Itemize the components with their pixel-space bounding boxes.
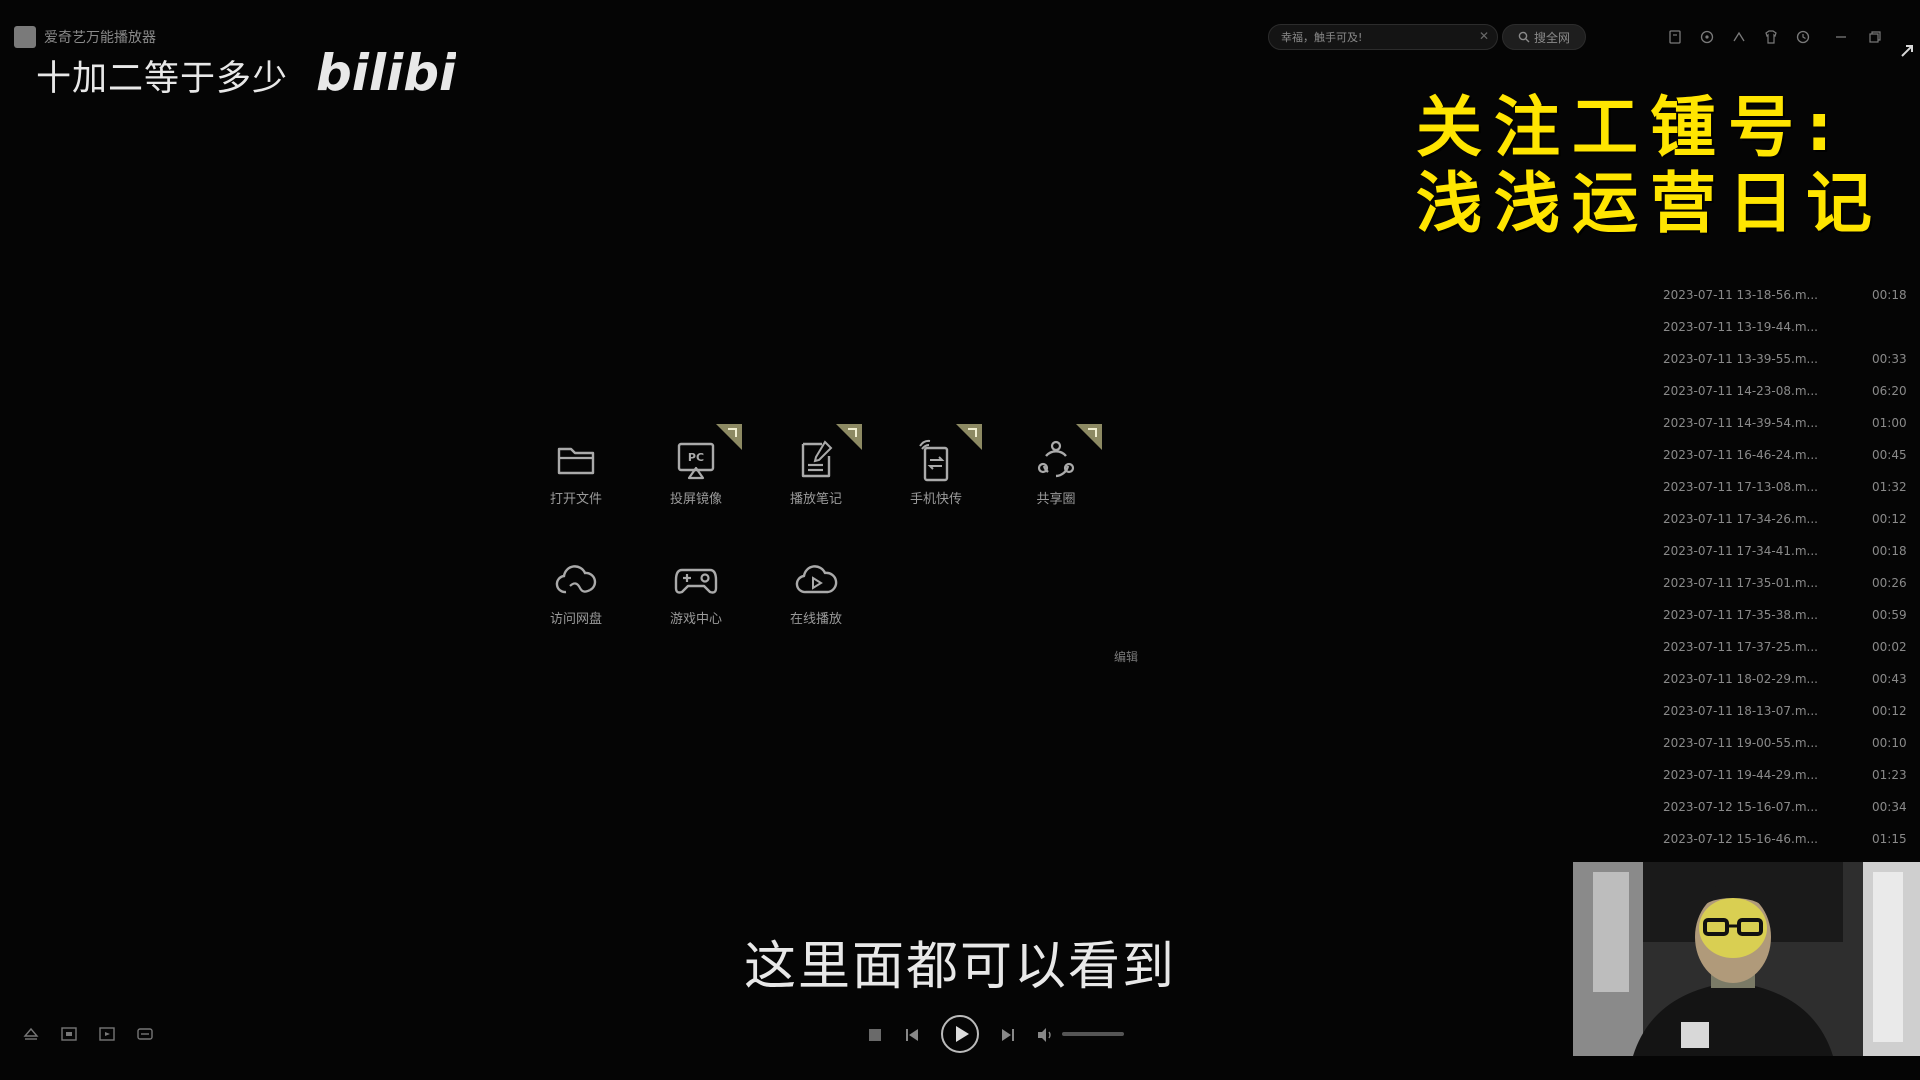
tile-online-play[interactable]: 在线播放 [776, 550, 856, 636]
settings-panel-icon[interactable] [134, 1024, 156, 1044]
new-badge-icon [716, 424, 742, 450]
playlist-item[interactable]: 2023-07-11 17-13-08.m... 01:32 [1640, 480, 1910, 512]
playlist-item[interactable]: 2023-07-11 17-35-38.m... 00:59 [1640, 608, 1910, 640]
playlist-item[interactable]: 2023-07-11 17-37-25.m... 00:02 [1640, 640, 1910, 672]
webcam-overlay [1573, 862, 1920, 1056]
tile-label: 打开文件 [549, 492, 602, 507]
playlist-item[interactable]: 2023-07-12 15-16-46.m... 01:15 [1640, 832, 1910, 864]
stop-icon[interactable] [868, 1028, 882, 1042]
promo-line-2: 浅浅运营日记 [1416, 165, 1884, 242]
playlist-item[interactable]: 2023-07-11 13-19-44.m... [1640, 320, 1910, 352]
gamepad-icon [674, 568, 718, 594]
playlist-item[interactable]: 2023-07-11 13-18-56.m... 00:18 [1640, 288, 1910, 320]
tile-cloud-drive[interactable]: 访问网盘 [536, 550, 616, 636]
tile-label: 访问网盘 [549, 612, 602, 627]
playlist-item[interactable]: 2023-07-11 16-46-24.m... 00:45 [1640, 448, 1910, 480]
skin-icon[interactable] [1696, 26, 1718, 48]
playlist-item[interactable]: 2023-07-11 19-00-55.m... 00:10 [1640, 736, 1910, 768]
bottom-toolbar [20, 1024, 156, 1044]
webcam-person-image [1573, 862, 1920, 1056]
pc-cast-icon: PC [677, 442, 715, 480]
playlist-item[interactable]: 2023-07-11 17-34-41.m... 00:18 [1640, 544, 1910, 576]
volume-icon[interactable] [1036, 1027, 1054, 1043]
search-input[interactable] [1281, 28, 1467, 46]
share-icon[interactable] [1728, 26, 1750, 48]
app-name: 爱奇艺万能播放器 [44, 30, 156, 46]
tile-label: 播放笔记 [789, 492, 842, 507]
svg-text:bilibili: bilibili [316, 44, 456, 98]
app-logo-icon [14, 26, 36, 48]
tile-share-circle[interactable]: 共享圈 [1016, 424, 1102, 516]
search-box[interactable]: ✕ [1268, 24, 1498, 50]
playlist-item[interactable]: 2023-07-11 19-44-29.m... 01:23 [1640, 768, 1910, 800]
edit-shortcuts-link[interactable]: 编辑 [1114, 648, 1138, 665]
playlist-item[interactable]: 2023-07-11 18-02-29.m... 00:43 [1640, 672, 1910, 704]
tile-phone-transfer[interactable]: 手机快传 [896, 424, 982, 516]
search-all-label: 搜全网 [1533, 30, 1570, 45]
bilibili-logo: bilibili [316, 36, 491, 102]
history-clock-icon[interactable] [1792, 26, 1814, 48]
previous-icon[interactable] [904, 1027, 920, 1043]
corner-arrow-icon [1896, 38, 1918, 60]
cloud-drive-icon [555, 565, 597, 594]
new-badge-icon [1076, 424, 1102, 450]
search-all-button[interactable]: 搜全网 [1502, 24, 1586, 50]
home-shortcut-grid: 打开文件 PC 投屏镜像 播放笔记 手机快传 共享圈 访问网盘 游戏中心 在线播… [536, 424, 1136, 640]
cloud-play-icon [795, 565, 838, 594]
share-circle-icon [1037, 440, 1075, 478]
tile-label: 投屏镜像 [669, 492, 722, 507]
tile-game-center[interactable]: 游戏中心 [656, 550, 736, 636]
promo-line-1: 关注工锺号: [1416, 89, 1845, 166]
tile-label: 在线播放 [789, 612, 842, 627]
playlist-item[interactable]: 2023-07-11 14-23-08.m... 06:20 [1640, 384, 1910, 416]
new-badge-icon [836, 424, 862, 450]
tile-label: 共享圈 [1036, 492, 1076, 507]
question-overlay-text: 十加二等于多少 [36, 59, 289, 99]
phone-transfer-icon [919, 439, 949, 482]
restore-icon[interactable] [1864, 26, 1886, 48]
minimize-icon[interactable] [1830, 26, 1852, 48]
note-icon [801, 440, 833, 478]
eject-icon[interactable] [20, 1024, 42, 1044]
play-button[interactable] [940, 1014, 980, 1054]
playlist-item[interactable]: 2023-07-11 14-39-54.m... 01:00 [1640, 416, 1910, 448]
playlist-item[interactable]: 2023-07-11 13-39-55.m... 00:33 [1640, 352, 1910, 384]
tile-open-file[interactable]: 打开文件 [536, 430, 616, 516]
volume-slider[interactable] [1062, 1032, 1124, 1036]
tile-screen-cast[interactable]: PC 投屏镜像 [656, 424, 742, 516]
video-cut-icon[interactable] [96, 1024, 118, 1044]
screenshot-icon[interactable] [58, 1024, 80, 1044]
playlist-item[interactable]: 2023-07-12 15-16-07.m... 00:34 [1640, 800, 1910, 832]
playlist-item[interactable]: 2023-07-11 18-13-07.m... 00:12 [1640, 704, 1910, 736]
clear-search-icon[interactable]: ✕ [1479, 29, 1489, 43]
svg-text:PC: PC [688, 451, 704, 464]
mini-mode-icon[interactable] [1664, 26, 1686, 48]
new-badge-icon [956, 424, 982, 450]
shirt-icon[interactable] [1760, 26, 1782, 48]
tile-label: 游戏中心 [669, 612, 722, 627]
playlist-item[interactable]: 2023-07-11 17-34-26.m... 00:12 [1640, 512, 1910, 544]
playlist: 2023-07-11 13-18-56.m... 00:18 2023-07-11… [1640, 288, 1910, 864]
search-icon [1518, 31, 1530, 43]
playlist-item[interactable]: 2023-07-11 17-35-01.m... 00:26 [1640, 576, 1910, 608]
next-icon[interactable] [1000, 1027, 1016, 1043]
promo-overlay: 关注工锺号: 浅浅运营日记 [1416, 90, 1884, 242]
tile-play-notes[interactable]: 播放笔记 [776, 424, 862, 516]
tile-label: 手机快传 [909, 492, 962, 507]
folder-icon [557, 447, 595, 475]
